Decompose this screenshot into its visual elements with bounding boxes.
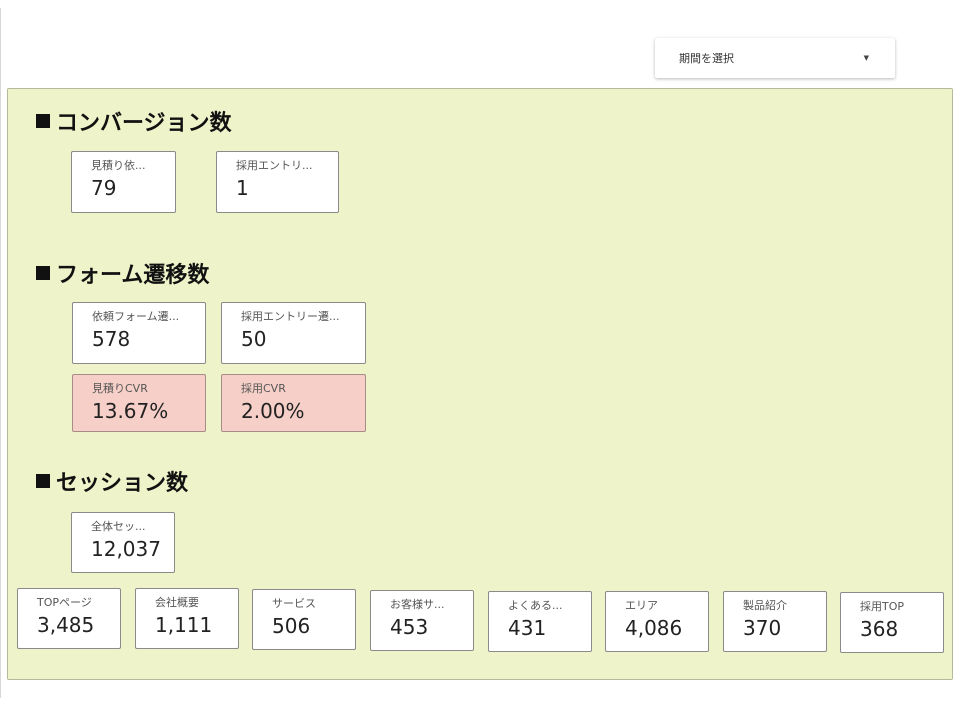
period-select-dropdown[interactable]: 期間を選択 ▼: [655, 38, 895, 78]
metric-value: 506: [272, 614, 311, 638]
square-bullet-icon: [36, 474, 50, 488]
section-title-conversions: コンバージョン数: [36, 105, 232, 137]
metric-value: 50: [241, 327, 267, 351]
section-title-sessions: セッション数: [36, 465, 188, 497]
metric-value: 370: [743, 616, 782, 640]
metric-card-recruit-entries: 採用エントリ... 1: [216, 151, 339, 213]
metric-card-estimate-cvr: 見積りCVR 13.67%: [72, 374, 206, 432]
metric-label: 見積りCVR: [92, 382, 148, 395]
metric-card-page-customer: お客様サ... 453: [370, 590, 474, 651]
metric-card-recruit-entry-transitions: 採用エントリー遷... 50: [221, 302, 366, 364]
metric-card-estimate-requests: 見積り依... 79: [71, 151, 176, 213]
metric-value: 3,485: [37, 613, 95, 637]
metric-card-page-recruit-top: 採用TOP 368: [840, 592, 944, 653]
dashboard-panel: コンバージョン数 見積り依... 79 採用エントリ... 1 フォーム遷移数 …: [7, 88, 953, 680]
metric-label: 製品紹介: [743, 599, 787, 612]
metric-label: 採用TOP: [860, 600, 905, 613]
metric-value: 12,037: [91, 537, 161, 561]
metric-card-total-sessions: 全体セッ... 12,037: [71, 512, 175, 573]
metric-label: エリア: [625, 599, 658, 612]
metric-value: 4,086: [625, 616, 683, 640]
metric-card-request-form-transitions: 依頼フォーム遷... 578: [72, 302, 206, 364]
metric-card-page-top: TOPページ 3,485: [17, 588, 121, 649]
metric-value: 13.67%: [92, 399, 169, 423]
metric-label: 採用エントリ...: [236, 159, 313, 172]
metric-label: 会社概要: [155, 596, 199, 609]
square-bullet-icon: [36, 114, 50, 128]
metric-label: よくある...: [508, 599, 563, 612]
metric-value: 1,111: [155, 613, 213, 637]
square-bullet-icon: [36, 266, 50, 280]
metric-label: 依頼フォーム遷...: [92, 310, 180, 323]
metric-card-page-company: 会社概要 1,111: [135, 588, 239, 649]
metric-card-page-area: エリア 4,086: [605, 591, 709, 652]
caret-down-icon: ▼: [863, 54, 869, 62]
metric-card-page-faq: よくある... 431: [488, 591, 592, 652]
metric-value: 79: [91, 176, 117, 200]
period-select-label: 期間を選択: [679, 52, 734, 65]
section-title-form-transitions: フォーム遷移数: [36, 257, 209, 289]
metric-value: 1: [236, 176, 249, 200]
metric-card-page-products: 製品紹介 370: [723, 591, 827, 652]
metric-label: TOPページ: [37, 596, 92, 609]
metric-value: 2.00%: [241, 399, 305, 423]
left-divider: [0, 8, 1, 698]
metric-card-recruit-cvr: 採用CVR 2.00%: [221, 374, 366, 432]
metric-label: お客様サ...: [390, 598, 445, 611]
metric-label: 採用エントリー遷...: [241, 310, 340, 323]
metric-label: 採用CVR: [241, 382, 286, 395]
metric-label: 全体セッ...: [91, 520, 146, 533]
metric-value: 578: [92, 327, 131, 351]
metric-value: 453: [390, 615, 429, 639]
metric-value: 431: [508, 616, 547, 640]
metric-label: サービス: [272, 597, 316, 610]
metric-label: 見積り依...: [91, 159, 146, 172]
metric-card-page-service: サービス 506: [252, 589, 356, 650]
metric-value: 368: [860, 617, 899, 641]
